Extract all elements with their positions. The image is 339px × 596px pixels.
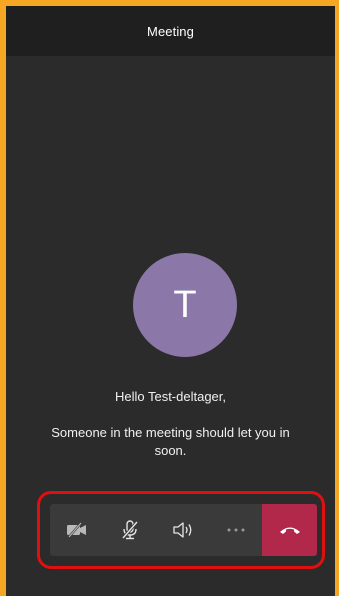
more-icon bbox=[227, 528, 244, 532]
camera-toggle-button[interactable] bbox=[50, 504, 103, 556]
call-controls-toolbar bbox=[50, 504, 317, 556]
mic-toggle-button[interactable] bbox=[103, 504, 156, 556]
hang-up-icon bbox=[279, 527, 300, 534]
more-options-button[interactable] bbox=[209, 504, 262, 556]
lobby-greeting: Hello Test-deltager, bbox=[114, 389, 227, 404]
mic-off-icon bbox=[121, 520, 138, 540]
meeting-screen: Meeting T Hello Test-deltager, Someone i… bbox=[6, 6, 335, 596]
page-title: Meeting bbox=[147, 23, 194, 39]
speaker-button[interactable] bbox=[156, 504, 209, 556]
video-off-icon bbox=[66, 522, 86, 538]
speaker-icon bbox=[172, 522, 191, 538]
hang-up-button[interactable] bbox=[262, 504, 317, 556]
avatar: T bbox=[133, 253, 237, 357]
lobby-message: Someone in the meeting should let you in… bbox=[51, 425, 290, 458]
header-bar: Meeting bbox=[6, 6, 335, 56]
